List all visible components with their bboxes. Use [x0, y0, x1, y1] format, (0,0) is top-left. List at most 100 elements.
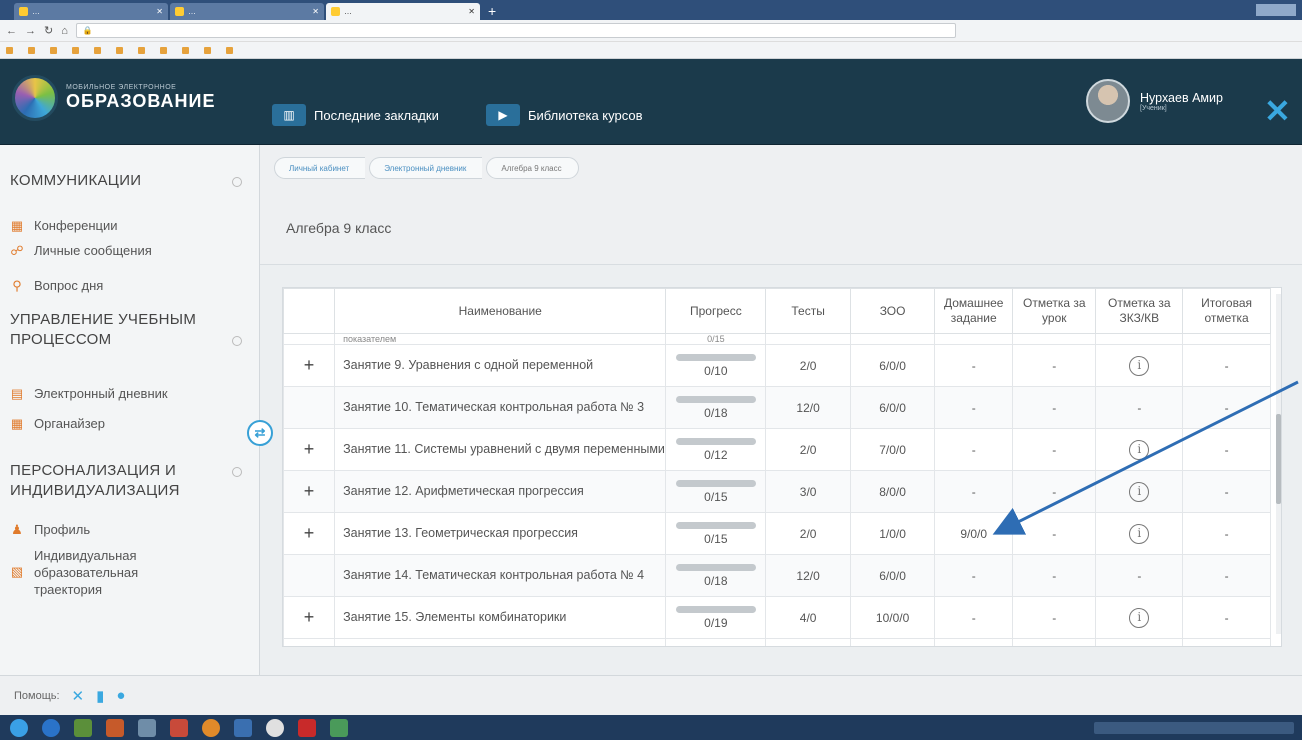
- app-icon[interactable]: [106, 718, 124, 737]
- expand-button[interactable]: [283, 386, 336, 429]
- bookmark-item[interactable]: [50, 46, 60, 55]
- table-row[interactable]: + Занятие 15. Элементы комбинаторики 0/19 4…: [283, 596, 1271, 639]
- bookmark-item[interactable]: [28, 46, 38, 55]
- expand-button[interactable]: +: [283, 428, 336, 471]
- lesson-name[interactable]: Занятие 12. Арифметическая прогрессия: [334, 470, 667, 513]
- print-icon[interactable]: ▮: [96, 687, 104, 705]
- lesson-name[interactable]: Занятие 13. Геометрическая прогрессия: [334, 512, 667, 555]
- collapse-icon[interactable]: [232, 467, 242, 477]
- zoo-cell[interactable]: 1/0/0: [849, 512, 936, 555]
- table-row[interactable]: + Занятие 11. Системы уравнений с двумя п…: [283, 428, 1271, 471]
- column-header[interactable]: ЗОО: [849, 288, 936, 334]
- close-tab-icon[interactable]: ✕: [156, 7, 163, 16]
- tests-cell[interactable]: 12/0: [765, 386, 851, 429]
- collapse-icon[interactable]: [232, 336, 242, 346]
- app-icon[interactable]: [170, 718, 188, 737]
- zoo-cell[interactable]: 8/0/0: [849, 470, 936, 513]
- sidebar-item-profile[interactable]: ♟ Профиль: [10, 521, 90, 538]
- expand-button[interactable]: +: [283, 512, 336, 555]
- column-header[interactable]: Отметка за ЗКЗ/КВ: [1095, 288, 1184, 334]
- bookmark-item[interactable]: [72, 46, 82, 55]
- scrollbar-thumb[interactable]: [1276, 414, 1281, 504]
- expand-button[interactable]: +: [283, 344, 336, 387]
- info-circle-icon[interactable]: i: [1129, 481, 1150, 502]
- start-icon[interactable]: [10, 718, 28, 737]
- bookmark-item[interactable]: [94, 46, 104, 55]
- table-row[interactable]: + Занятие 13. Геометрическая прогрессия 0/…: [283, 512, 1271, 555]
- sidebar-item-messages[interactable]: ☍ Личные сообщения: [10, 242, 151, 259]
- bookmark-item[interactable]: [182, 46, 192, 55]
- lesson-name[interactable]: Занятие 15. Элементы комбинаторики: [334, 596, 667, 639]
- column-header[interactable]: Отметка за урок: [1012, 288, 1097, 334]
- app-icon[interactable]: [138, 718, 156, 737]
- app-icon[interactable]: [330, 718, 348, 737]
- lesson-name[interactable]: Занятие 9. Уравнения с одной переменной: [334, 344, 667, 387]
- browser-icon[interactable]: [42, 718, 60, 737]
- nav-recent-bookmarks[interactable]: ▥ Последние закладки: [272, 104, 439, 126]
- bookmark-item[interactable]: [160, 46, 170, 55]
- column-header[interactable]: Наименование: [334, 288, 667, 334]
- user-menu[interactable]: Нурхаев Амир [Ученик]: [1086, 79, 1223, 123]
- column-header[interactable]: Итоговая отметка: [1182, 288, 1271, 334]
- tools-icon[interactable]: ✕: [72, 687, 85, 705]
- system-tray[interactable]: [1094, 721, 1294, 734]
- info-circle-icon[interactable]: i: [1129, 355, 1150, 376]
- table-row[interactable]: + Занятие 12. Арифметическая прогрессия 0/…: [283, 470, 1271, 513]
- info-circle-icon[interactable]: i: [1129, 523, 1150, 544]
- sidebar-item-trajectory[interactable]: ▧ Индивидуальная образовательная траекто…: [10, 547, 170, 598]
- close-tab-icon[interactable]: ✕: [468, 7, 475, 16]
- sidebar-section-communications[interactable]: КОММУНИКАЦИИ: [10, 171, 242, 191]
- tests-cell[interactable]: 3/0: [765, 470, 851, 513]
- lesson-name[interactable]: Занятие 10. Тематическая контрольная раб…: [334, 386, 667, 429]
- app-icon[interactable]: [298, 718, 316, 737]
- sidebar-item-conferences[interactable]: ▦ Конференции: [10, 217, 118, 234]
- bookmark-item[interactable]: [204, 46, 214, 55]
- zoo-cell[interactable]: 6/0/0: [849, 386, 936, 429]
- window-controls[interactable]: [1256, 4, 1296, 16]
- sidebar-section-learning[interactable]: УПРАВЛЕНИЕ УЧЕБНЫМ ПРОЦЕССОМ: [10, 310, 242, 350]
- tests-cell[interactable]: 2/0: [765, 428, 851, 471]
- zoo-cell[interactable]: 6/0/0: [849, 554, 936, 597]
- zoo-cell[interactable]: 6/0/0: [849, 344, 936, 387]
- sidebar-item-question[interactable]: ⚲ Вопрос дня: [10, 277, 103, 294]
- table-row[interactable]: + Занятие 9. Уравнения с одной переменной…: [283, 344, 1271, 387]
- zoo-cell[interactable]: 7/0/0: [849, 428, 936, 471]
- sidebar-item-organizer[interactable]: ▦ Органайзер: [10, 415, 105, 432]
- column-header[interactable]: Тесты: [765, 288, 851, 334]
- bookmark-item[interactable]: [6, 46, 16, 55]
- bookmark-item[interactable]: [116, 46, 126, 55]
- browser-tab-2[interactable]: … ✕: [170, 3, 324, 20]
- forward-icon[interactable]: →: [25, 25, 36, 37]
- address-bar[interactable]: 🔒: [75, 23, 956, 38]
- app-icon[interactable]: [202, 718, 220, 737]
- info-circle-icon[interactable]: i: [1129, 439, 1150, 460]
- table-row[interactable]: Занятие 10. Тематическая контрольная раб…: [283, 386, 1271, 429]
- collapse-icon[interactable]: [232, 177, 242, 187]
- info-circle-icon[interactable]: i: [1129, 607, 1150, 628]
- sidebar-item-diary[interactable]: ▤ Электронный дневник: [10, 385, 168, 402]
- tests-cell[interactable]: 4/0: [765, 596, 851, 639]
- close-icon[interactable]: ✕: [1264, 95, 1291, 127]
- new-tab-button[interactable]: +: [488, 3, 496, 20]
- app-icon[interactable]: [234, 718, 252, 737]
- lesson-name[interactable]: Занятие 14. Тематическая контрольная раб…: [334, 554, 667, 597]
- column-header[interactable]: Прогресс: [665, 288, 767, 334]
- app-icon[interactable]: [266, 718, 284, 737]
- reload-icon[interactable]: ↻: [44, 24, 53, 37]
- column-header[interactable]: Домашнее задание: [934, 288, 1014, 334]
- info-icon[interactable]: ●: [116, 687, 125, 704]
- browser-tab-3[interactable]: … ✕: [326, 3, 480, 20]
- sidebar-toggle-icon[interactable]: ⇄: [247, 420, 273, 446]
- zoo-cell[interactable]: 10/0/0: [849, 596, 936, 639]
- bookmark-item[interactable]: [138, 46, 148, 55]
- table-row[interactable]: Занятие 14. Тематическая контрольная раб…: [283, 554, 1271, 597]
- app-logo[interactable]: МОБИЛЬНОЕ ЭЛЕКТРОННОЕ ОБРАЗОВАНИЕ: [12, 75, 215, 121]
- table-scrollbar[interactable]: [1276, 294, 1281, 634]
- breadcrumb-item[interactable]: Электронный дневник: [369, 157, 483, 179]
- lesson-name[interactable]: Занятие 11. Системы уравнений с двумя пе…: [334, 428, 667, 471]
- bookmark-item[interactable]: [226, 46, 236, 55]
- tests-cell[interactable]: 2/0: [765, 344, 851, 387]
- tests-cell[interactable]: 12/0: [765, 554, 851, 597]
- home-icon[interactable]: ⌂: [61, 25, 68, 37]
- app-icon[interactable]: [74, 718, 92, 737]
